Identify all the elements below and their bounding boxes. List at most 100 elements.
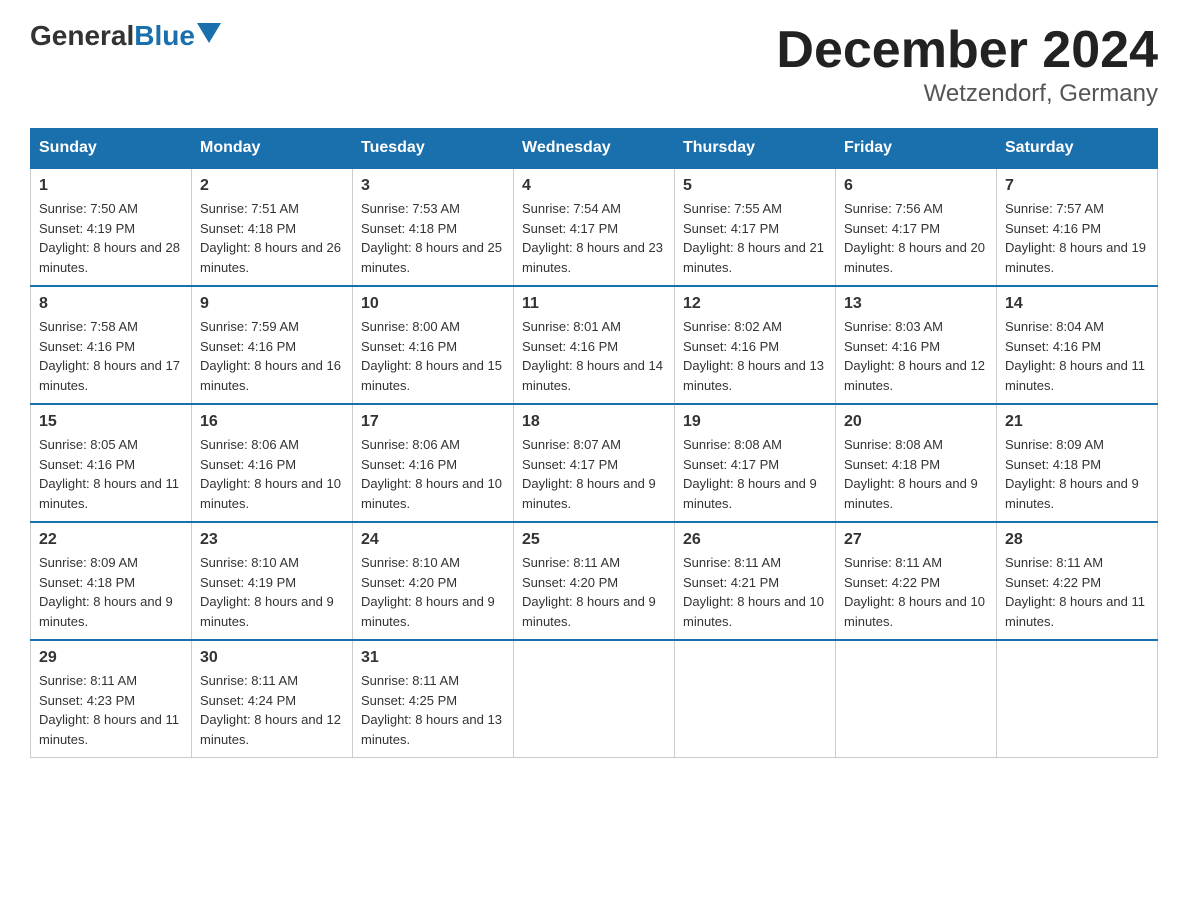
day-info: Sunrise: 8:10 AMSunset: 4:20 PMDaylight:… xyxy=(361,553,505,631)
calendar-cell: 16 Sunrise: 8:06 AMSunset: 4:16 PMDayligh… xyxy=(192,404,353,522)
calendar-cell: 24 Sunrise: 8:10 AMSunset: 4:20 PMDayligh… xyxy=(353,522,514,640)
day-number: 10 xyxy=(361,295,505,313)
logo-blue-part: Blue xyxy=(134,20,221,52)
day-info: Sunrise: 7:55 AMSunset: 4:17 PMDaylight:… xyxy=(683,199,827,277)
calendar-cell: 15 Sunrise: 8:05 AMSunset: 4:16 PMDayligh… xyxy=(31,404,192,522)
day-info: Sunrise: 8:03 AMSunset: 4:16 PMDaylight:… xyxy=(844,317,988,395)
day-number: 6 xyxy=(844,177,988,195)
day-number: 17 xyxy=(361,413,505,431)
calendar-cell: 18 Sunrise: 8:07 AMSunset: 4:17 PMDayligh… xyxy=(514,404,675,522)
calendar-table: SundayMondayTuesdayWednesdayThursdayFrid… xyxy=(30,128,1158,758)
day-info: Sunrise: 7:57 AMSunset: 4:16 PMDaylight:… xyxy=(1005,199,1149,277)
day-info: Sunrise: 7:59 AMSunset: 4:16 PMDaylight:… xyxy=(200,317,344,395)
calendar-cell: 13 Sunrise: 8:03 AMSunset: 4:16 PMDayligh… xyxy=(836,286,997,404)
calendar-cell: 29Sunrise: 8:11 AMSunset: 4:23 PMDayligh… xyxy=(31,640,192,758)
day-info: Sunrise: 8:02 AMSunset: 4:16 PMDaylight:… xyxy=(683,317,827,395)
calendar-cell xyxy=(675,640,836,758)
calendar-cell: 27Sunrise: 8:11 AMSunset: 4:22 PMDayligh… xyxy=(836,522,997,640)
calendar-cell: 26 Sunrise: 8:11 AMSunset: 4:21 PMDayligh… xyxy=(675,522,836,640)
day-number: 28 xyxy=(1005,531,1149,549)
day-number: 23 xyxy=(200,531,344,549)
day-number: 11 xyxy=(522,295,666,313)
calendar-cell: 8 Sunrise: 7:58 AMSunset: 4:16 PMDaylight… xyxy=(31,286,192,404)
day-info: Sunrise: 7:54 AMSunset: 4:17 PMDaylight:… xyxy=(522,199,666,277)
day-number: 3 xyxy=(361,177,505,195)
calendar-day-header: Tuesday xyxy=(353,129,514,169)
calendar-cell: 10Sunrise: 8:00 AMSunset: 4:16 PMDayligh… xyxy=(353,286,514,404)
day-number: 13 xyxy=(844,295,988,313)
calendar-day-header: Friday xyxy=(836,129,997,169)
calendar-cell: 19 Sunrise: 8:08 AMSunset: 4:17 PMDayligh… xyxy=(675,404,836,522)
day-info: Sunrise: 8:11 AMSunset: 4:21 PMDaylight:… xyxy=(683,553,827,631)
page-subtitle: Wetzendorf, Germany xyxy=(776,80,1158,108)
calendar-cell xyxy=(836,640,997,758)
day-number: 9 xyxy=(200,295,344,313)
calendar-cell: 28Sunrise: 8:11 AMSunset: 4:22 PMDayligh… xyxy=(997,522,1158,640)
calendar-day-header: Thursday xyxy=(675,129,836,169)
calendar-cell: 5 Sunrise: 7:55 AMSunset: 4:17 PMDaylight… xyxy=(675,168,836,286)
page-header: General Blue December 2024 Wetzendorf, G… xyxy=(30,20,1158,108)
day-info: Sunrise: 8:07 AMSunset: 4:17 PMDaylight:… xyxy=(522,435,666,513)
calendar-week-row: 15 Sunrise: 8:05 AMSunset: 4:16 PMDayligh… xyxy=(31,404,1158,522)
calendar-cell: 17 Sunrise: 8:06 AMSunset: 4:16 PMDayligh… xyxy=(353,404,514,522)
day-info: Sunrise: 8:09 AMSunset: 4:18 PMDaylight:… xyxy=(39,553,183,631)
day-number: 24 xyxy=(361,531,505,549)
day-info: Sunrise: 8:09 AMSunset: 4:18 PMDaylight:… xyxy=(1005,435,1149,513)
day-number: 18 xyxy=(522,413,666,431)
calendar-day-header: Sunday xyxy=(31,129,192,169)
title-area: December 2024 Wetzendorf, Germany xyxy=(776,20,1158,108)
calendar-cell: 25Sunrise: 8:11 AMSunset: 4:20 PMDayligh… xyxy=(514,522,675,640)
calendar-day-header: Saturday xyxy=(997,129,1158,169)
calendar-day-header: Monday xyxy=(192,129,353,169)
day-info: Sunrise: 8:08 AMSunset: 4:18 PMDaylight:… xyxy=(844,435,988,513)
page-title: December 2024 xyxy=(776,20,1158,80)
calendar-cell: 22 Sunrise: 8:09 AMSunset: 4:18 PMDayligh… xyxy=(31,522,192,640)
day-number: 25 xyxy=(522,531,666,549)
calendar-cell: 12 Sunrise: 8:02 AMSunset: 4:16 PMDayligh… xyxy=(675,286,836,404)
calendar-cell: 2Sunrise: 7:51 AMSunset: 4:18 PMDaylight… xyxy=(192,168,353,286)
calendar-cell xyxy=(997,640,1158,758)
calendar-cell: 4 Sunrise: 7:54 AMSunset: 4:17 PMDaylight… xyxy=(514,168,675,286)
calendar-header-row: SundayMondayTuesdayWednesdayThursdayFrid… xyxy=(31,129,1158,169)
calendar-cell: 21 Sunrise: 8:09 AMSunset: 4:18 PMDayligh… xyxy=(997,404,1158,522)
day-number: 26 xyxy=(683,531,827,549)
day-number: 14 xyxy=(1005,295,1149,313)
day-info: Sunrise: 8:06 AMSunset: 4:16 PMDaylight:… xyxy=(200,435,344,513)
calendar-cell: 6 Sunrise: 7:56 AMSunset: 4:17 PMDaylight… xyxy=(836,168,997,286)
day-number: 1 xyxy=(39,177,183,195)
day-number: 4 xyxy=(522,177,666,195)
day-info: Sunrise: 7:56 AMSunset: 4:17 PMDaylight:… xyxy=(844,199,988,277)
day-info: Sunrise: 8:04 AMSunset: 4:16 PMDaylight:… xyxy=(1005,317,1149,395)
calendar-cell: 30Sunrise: 8:11 AMSunset: 4:24 PMDayligh… xyxy=(192,640,353,758)
day-number: 20 xyxy=(844,413,988,431)
day-number: 8 xyxy=(39,295,183,313)
calendar-cell: 7 Sunrise: 7:57 AMSunset: 4:16 PMDaylight… xyxy=(997,168,1158,286)
day-number: 12 xyxy=(683,295,827,313)
day-number: 16 xyxy=(200,413,344,431)
day-number: 7 xyxy=(1005,177,1149,195)
day-number: 19 xyxy=(683,413,827,431)
day-info: Sunrise: 8:06 AMSunset: 4:16 PMDaylight:… xyxy=(361,435,505,513)
logo-text: General Blue xyxy=(30,20,221,52)
calendar-cell: 3 Sunrise: 7:53 AMSunset: 4:18 PMDaylight… xyxy=(353,168,514,286)
day-number: 21 xyxy=(1005,413,1149,431)
calendar-cell: 31Sunrise: 8:11 AMSunset: 4:25 PMDayligh… xyxy=(353,640,514,758)
day-number: 22 xyxy=(39,531,183,549)
day-info: Sunrise: 7:58 AMSunset: 4:16 PMDaylight:… xyxy=(39,317,183,395)
calendar-cell: 23Sunrise: 8:10 AMSunset: 4:19 PMDayligh… xyxy=(192,522,353,640)
day-info: Sunrise: 8:01 AMSunset: 4:16 PMDaylight:… xyxy=(522,317,666,395)
day-number: 15 xyxy=(39,413,183,431)
day-info: Sunrise: 7:53 AMSunset: 4:18 PMDaylight:… xyxy=(361,199,505,277)
calendar-cell: 20 Sunrise: 8:08 AMSunset: 4:18 PMDayligh… xyxy=(836,404,997,522)
calendar-cell: 1 Sunrise: 7:50 AMSunset: 4:19 PMDaylight… xyxy=(31,168,192,286)
day-info: Sunrise: 7:51 AMSunset: 4:18 PMDaylight:… xyxy=(200,199,344,277)
calendar-week-row: 8 Sunrise: 7:58 AMSunset: 4:16 PMDaylight… xyxy=(31,286,1158,404)
day-info: Sunrise: 8:08 AMSunset: 4:17 PMDaylight:… xyxy=(683,435,827,513)
day-info: Sunrise: 7:50 AMSunset: 4:19 PMDaylight:… xyxy=(39,199,183,277)
day-number: 5 xyxy=(683,177,827,195)
calendar-cell: 11 Sunrise: 8:01 AMSunset: 4:16 PMDayligh… xyxy=(514,286,675,404)
calendar-week-row: 29Sunrise: 8:11 AMSunset: 4:23 PMDayligh… xyxy=(31,640,1158,758)
calendar-cell xyxy=(514,640,675,758)
calendar-cell: 9 Sunrise: 7:59 AMSunset: 4:16 PMDaylight… xyxy=(192,286,353,404)
day-info: Sunrise: 8:05 AMSunset: 4:16 PMDaylight:… xyxy=(39,435,183,513)
